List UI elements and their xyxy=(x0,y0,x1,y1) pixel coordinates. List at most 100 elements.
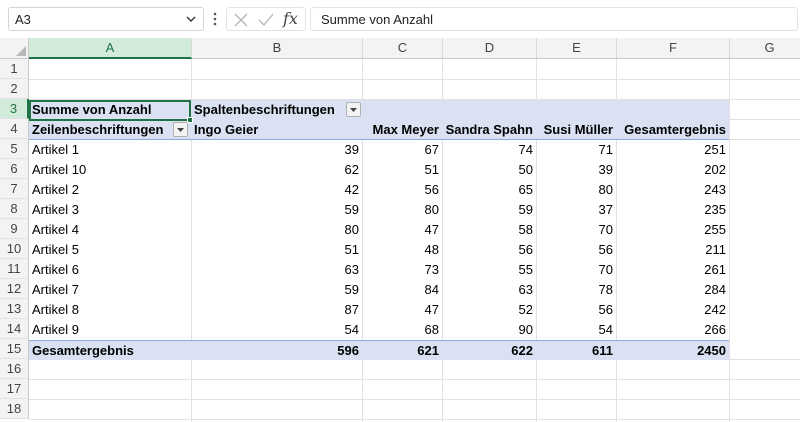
pivot-row-label[interactable]: Artikel 2 xyxy=(29,180,191,200)
pivot-cell[interactable]: 47 xyxy=(362,300,442,320)
row-header-6[interactable]: 6 xyxy=(0,159,29,179)
column-header-b[interactable]: B xyxy=(192,38,363,58)
pivot-row-label[interactable]: Artikel 4 xyxy=(29,220,191,240)
row-header-11[interactable]: 11 xyxy=(0,259,29,279)
pivot-row-label[interactable]: Artikel 8 xyxy=(29,300,191,320)
pivot-row-label[interactable]: Artikel 1 xyxy=(29,140,191,160)
pivot-total-label[interactable]: Gesamtergebnis xyxy=(29,341,191,361)
pivot-cell[interactable]: 71 xyxy=(536,140,616,160)
pivot-cell[interactable]: 56 xyxy=(442,240,536,260)
pivot-cell[interactable]: 59 xyxy=(191,200,362,220)
pivot-total-cell[interactable]: 611 xyxy=(536,341,616,361)
pivot-cell[interactable]: 70 xyxy=(536,260,616,280)
name-box[interactable]: A3 xyxy=(8,7,204,31)
pivot-cell[interactable]: 56 xyxy=(536,240,616,260)
select-all-button[interactable] xyxy=(0,38,29,58)
pivot-row-label[interactable]: Artikel 10 xyxy=(29,160,191,180)
row-header-10[interactable]: 10 xyxy=(0,239,29,259)
pivot-row-total[interactable]: 202 xyxy=(616,160,729,180)
chevron-down-icon[interactable] xyxy=(185,13,197,25)
pivot-row-total[interactable]: 242 xyxy=(616,300,729,320)
pivot-cell[interactable]: 87 xyxy=(191,300,362,320)
pivot-cell[interactable]: 59 xyxy=(191,280,362,300)
pivot-row-label[interactable]: Artikel 9 xyxy=(29,320,191,340)
row-header-4[interactable]: 4 xyxy=(0,119,29,139)
column-header-e[interactable]: E xyxy=(537,38,617,58)
pivot-row-labels[interactable]: Zeilenbeschriftungen xyxy=(29,120,173,140)
pivot-row-total[interactable]: 235 xyxy=(616,200,729,220)
fill-handle[interactable] xyxy=(187,117,193,123)
pivot-cell[interactable]: 78 xyxy=(536,280,616,300)
pivot-row-label[interactable]: Artikel 3 xyxy=(29,200,191,220)
pivot-cell[interactable]: 67 xyxy=(362,140,442,160)
pivot-cell[interactable]: 54 xyxy=(536,320,616,340)
column-header-d[interactable]: D xyxy=(443,38,537,58)
pivot-row-total[interactable]: 211 xyxy=(616,240,729,260)
pivot-cell[interactable]: 65 xyxy=(442,180,536,200)
row-header-9[interactable]: 9 xyxy=(0,219,29,239)
insert-function-button[interactable]: fx xyxy=(283,9,298,28)
pivot-cell[interactable]: 58 xyxy=(442,220,536,240)
pivot-cell[interactable]: 55 xyxy=(442,260,536,280)
row-header-14[interactable]: 14 xyxy=(0,319,29,339)
pivot-total-cell[interactable]: 621 xyxy=(362,341,442,361)
row-header-3[interactable]: 3 xyxy=(0,99,29,119)
row-filter-button[interactable] xyxy=(173,122,188,137)
row-header-8[interactable]: 8 xyxy=(0,199,29,219)
row-header-16[interactable]: 16 xyxy=(0,359,29,379)
row-header-13[interactable]: 13 xyxy=(0,299,29,319)
pivot-cell[interactable]: 59 xyxy=(442,200,536,220)
column-header-g[interactable]: G xyxy=(730,38,800,58)
pivot-cell[interactable]: 74 xyxy=(442,140,536,160)
pivot-cell[interactable]: 42 xyxy=(191,180,362,200)
pivot-cell[interactable]: 80 xyxy=(191,220,362,240)
pivot-cell[interactable]: 51 xyxy=(362,160,442,180)
row-header-15[interactable]: 15 xyxy=(0,339,29,359)
pivot-cell[interactable]: 90 xyxy=(442,320,536,340)
close-icon[interactable] xyxy=(232,11,250,29)
pivot-cell[interactable]: 39 xyxy=(191,140,362,160)
pivot-cell[interactable]: 68 xyxy=(362,320,442,340)
pivot-row-total[interactable]: 251 xyxy=(616,140,729,160)
row-header-1[interactable]: 1 xyxy=(0,59,29,79)
pivot-header-susi-mueller[interactable]: Susi Müller xyxy=(536,120,616,140)
pivot-cell[interactable]: 70 xyxy=(536,220,616,240)
row-header-17[interactable]: 17 xyxy=(0,379,29,399)
pivot-cell[interactable]: 62 xyxy=(191,160,362,180)
pivot-cell[interactable]: 56 xyxy=(536,300,616,320)
pivot-cell[interactable]: 54 xyxy=(191,320,362,340)
check-icon[interactable] xyxy=(257,11,275,29)
pivot-cell[interactable]: 63 xyxy=(191,260,362,280)
more-options-icon[interactable] xyxy=(212,10,218,28)
pivot-header-max-meyer[interactable]: Max Meyer xyxy=(362,120,442,140)
column-header-a[interactable]: A xyxy=(29,38,192,59)
pivot-total-cell[interactable]: 622 xyxy=(442,341,536,361)
row-header-18[interactable]: 18 xyxy=(0,399,29,419)
pivot-cell[interactable]: 50 xyxy=(442,160,536,180)
pivot-header-ingo-geier[interactable]: Ingo Geier xyxy=(191,120,362,140)
column-filter-button[interactable] xyxy=(346,102,361,117)
pivot-row-total[interactable]: 284 xyxy=(616,280,729,300)
pivot-cell[interactable]: 56 xyxy=(362,180,442,200)
pivot-row-total[interactable]: 255 xyxy=(616,220,729,240)
pivot-cell[interactable]: 84 xyxy=(362,280,442,300)
column-header-c[interactable]: C xyxy=(363,38,443,58)
pivot-row-total[interactable]: 266 xyxy=(616,320,729,340)
pivot-row-label[interactable]: Artikel 5 xyxy=(29,240,191,260)
pivot-cell[interactable]: 48 xyxy=(362,240,442,260)
column-header-f[interactable]: F xyxy=(617,38,730,58)
pivot-cell[interactable]: 37 xyxy=(536,200,616,220)
pivot-grand-total[interactable]: 2450 xyxy=(616,341,729,361)
pivot-row-label[interactable]: Artikel 7 xyxy=(29,280,191,300)
pivot-row-total[interactable]: 243 xyxy=(616,180,729,200)
pivot-cell[interactable]: 52 xyxy=(442,300,536,320)
pivot-cell[interactable]: 73 xyxy=(362,260,442,280)
pivot-cell[interactable]: 39 xyxy=(536,160,616,180)
row-header-12[interactable]: 12 xyxy=(0,279,29,299)
row-header-7[interactable]: 7 xyxy=(0,179,29,199)
pivot-row-label[interactable]: Artikel 6 xyxy=(29,260,191,280)
pivot-header-gesamtergebnis[interactable]: Gesamtergebnis xyxy=(616,120,729,140)
pivot-row-total[interactable]: 261 xyxy=(616,260,729,280)
active-cell-selection[interactable] xyxy=(29,100,193,123)
pivot-cell[interactable]: 80 xyxy=(536,180,616,200)
